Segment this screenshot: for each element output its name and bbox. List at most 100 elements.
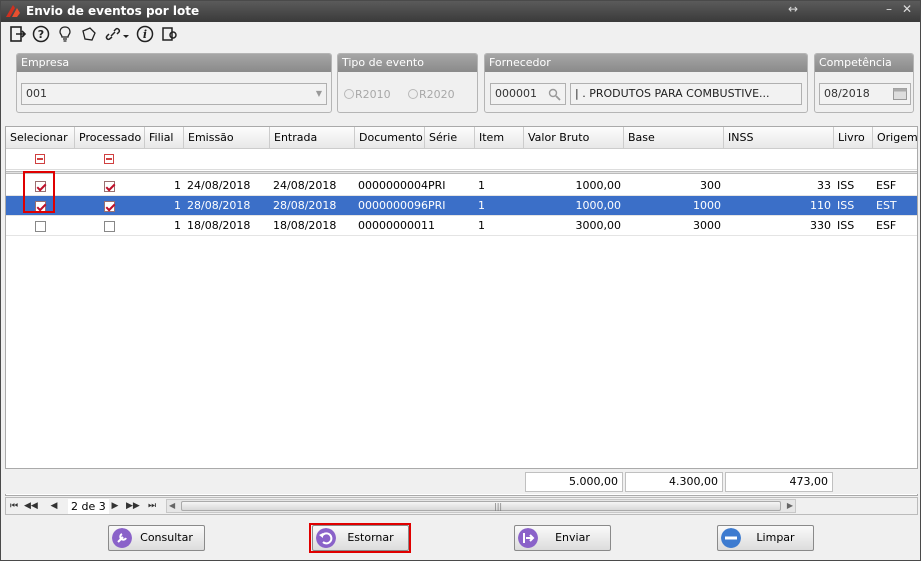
- scrollbar-thumb[interactable]: |||: [181, 501, 781, 511]
- consultar-label: Consultar: [140, 531, 193, 544]
- chevron-down-icon: ▼: [315, 89, 322, 98]
- send-icon: [518, 528, 538, 548]
- tipo-evento-label: Tipo de evento: [338, 54, 477, 72]
- next-page-button[interactable]: ▶▶: [126, 499, 140, 513]
- consultar-button[interactable]: Consultar: [108, 525, 205, 551]
- processado-checkbox[interactable]: [104, 201, 115, 212]
- col-base[interactable]: Base: [624, 127, 724, 149]
- col-filial[interactable]: Filial: [145, 127, 184, 149]
- col-valor-bruto[interactable]: Valor Bruto: [524, 127, 624, 149]
- prev-page-button[interactable]: ◀◀: [24, 499, 38, 513]
- total-valor-bruto: 5.000,00: [525, 472, 623, 492]
- restore-button[interactable]: ↔: [785, 2, 801, 16]
- cell-documento: 0000000096: [358, 199, 428, 212]
- empresa-select[interactable]: 001 ▼: [21, 83, 327, 105]
- col-emissao[interactable]: Emissão: [184, 127, 270, 149]
- empresa-group: Empresa 001 ▼: [16, 53, 332, 113]
- export-icon[interactable]: [160, 25, 180, 45]
- fornecedor-code-input[interactable]: 000001: [490, 83, 566, 105]
- col-inss[interactable]: INSS: [724, 127, 834, 149]
- fornecedor-name-input[interactable]: | . PRODUTOS PARA COMBUSTIVE...: [570, 83, 802, 105]
- radio-circle-icon: [344, 89, 354, 99]
- cell-emissao: 24/08/2018: [187, 179, 251, 192]
- svg-text:i: i: [143, 28, 147, 41]
- competencia-input[interactable]: 08/2018: [819, 83, 911, 105]
- competencia-label: Competência: [815, 54, 913, 72]
- cell-base: 300: [700, 179, 721, 192]
- empresa-value: 001: [26, 87, 47, 100]
- processado-checkbox[interactable]: [104, 221, 115, 232]
- close-button[interactable]: ✕: [899, 2, 915, 16]
- col-item[interactable]: Item: [475, 127, 524, 149]
- selecionar-checkbox[interactable]: [35, 221, 46, 232]
- table-row[interactable]: 1 18/08/2018 18/08/2018 0000000001 1 1 3000,00…: [6, 216, 917, 236]
- note-icon[interactable]: [80, 25, 100, 45]
- limpar-button[interactable]: Limpar: [717, 525, 814, 551]
- cell-valor-bruto: 3000,00: [575, 219, 622, 232]
- first-record-button[interactable]: ⏮: [8, 499, 20, 513]
- cell-item: 1: [478, 219, 485, 232]
- pager-bar: ⏮ ◀◀ ◀ 2 de 3 ▶ ▶▶ ⏭ ◀ ||| ▶: [5, 497, 918, 515]
- prev-record-button[interactable]: ◀: [48, 499, 60, 513]
- table-row[interactable]: 1 24/08/2018 24/08/2018 0000000004 PRI 1 1000,…: [6, 176, 917, 196]
- fornecedor-group: Fornecedor 000001 | . PRODUTOS PARA COMB…: [484, 53, 808, 113]
- info-icon[interactable]: i: [136, 25, 156, 45]
- col-entrada[interactable]: Entrada: [270, 127, 355, 149]
- calendar-icon[interactable]: [893, 88, 907, 100]
- link-icon[interactable]: [104, 25, 124, 45]
- scroll-left-icon[interactable]: ◀: [169, 500, 175, 512]
- total-inss: 473,00: [725, 472, 833, 492]
- cell-entrada: 28/08/2018: [273, 199, 337, 212]
- last-record-button[interactable]: ⏭: [146, 499, 158, 513]
- enviar-button[interactable]: Enviar: [514, 525, 611, 551]
- totals-row: 5.000,00 4.300,00 473,00: [5, 468, 918, 494]
- cell-origem: EST: [876, 199, 897, 212]
- select-all-selecionar-checkbox[interactable]: [35, 154, 45, 164]
- cell-item: 1: [478, 199, 485, 212]
- cell-serie: PRI: [428, 199, 446, 212]
- limpar-label: Limpar: [756, 531, 795, 544]
- cell-emissao: 28/08/2018: [187, 199, 251, 212]
- col-serie[interactable]: Série: [425, 127, 475, 149]
- lightbulb-icon[interactable]: [56, 25, 76, 45]
- exit-icon[interactable]: [9, 25, 29, 45]
- minimize-button[interactable]: –: [881, 2, 897, 16]
- table-row[interactable]: 1 28/08/2018 28/08/2018 0000000096 PRI 1 1000,…: [6, 196, 917, 216]
- svg-text:?: ?: [38, 28, 44, 41]
- cell-inss: 33: [817, 179, 831, 192]
- cell-item: 1: [478, 179, 485, 192]
- col-origem[interactable]: Origem: [873, 127, 918, 149]
- filter-row: [6, 150, 917, 170]
- col-documento[interactable]: Documento: [355, 127, 425, 149]
- cell-livro: ISS: [837, 179, 855, 192]
- scroll-right-icon[interactable]: ▶: [787, 500, 793, 512]
- processado-checkbox[interactable]: [104, 181, 115, 192]
- next-record-button[interactable]: ▶: [109, 499, 121, 513]
- radio-r2010[interactable]: R2010: [344, 88, 391, 101]
- search-icon[interactable]: [548, 88, 561, 101]
- col-livro[interactable]: Livro: [834, 127, 873, 149]
- select-all-processado-checkbox[interactable]: [104, 154, 114, 164]
- col-processado[interactable]: Processado: [75, 127, 145, 149]
- fornecedor-label: Fornecedor: [485, 54, 807, 72]
- selecionar-highlight-box: [23, 171, 55, 213]
- cell-entrada: 18/08/2018: [273, 219, 337, 232]
- grid-header: Selecionar Processado Filial Emissão Ent…: [6, 127, 918, 149]
- toolbar: ? i: [1, 22, 920, 47]
- horizontal-scrollbar[interactable]: ◀ ||| ▶: [166, 499, 796, 513]
- radio-r2020[interactable]: R2020: [408, 88, 455, 101]
- cell-filial: 1: [174, 199, 181, 212]
- col-selecionar[interactable]: Selecionar: [6, 127, 75, 149]
- link-dropdown-chevron-icon[interactable]: [122, 25, 130, 45]
- cell-valor-bruto: 1000,00: [575, 179, 622, 192]
- competencia-group: Competência 08/2018: [814, 53, 914, 113]
- cell-serie: PRI: [428, 179, 446, 192]
- cell-inss: 330: [810, 219, 831, 232]
- cell-origem: ESF: [876, 179, 897, 192]
- title-bar: Envio de eventos por lote ↔ – ✕: [1, 1, 920, 22]
- events-grid: Selecionar Processado Filial Emissão Ent…: [5, 126, 918, 496]
- main-window: Envio de eventos por lote ↔ – ✕ ? i Empr…: [0, 0, 921, 561]
- app-logo-icon: [6, 5, 20, 17]
- estornar-highlight-box: [309, 523, 411, 553]
- help-icon[interactable]: ?: [32, 25, 52, 45]
